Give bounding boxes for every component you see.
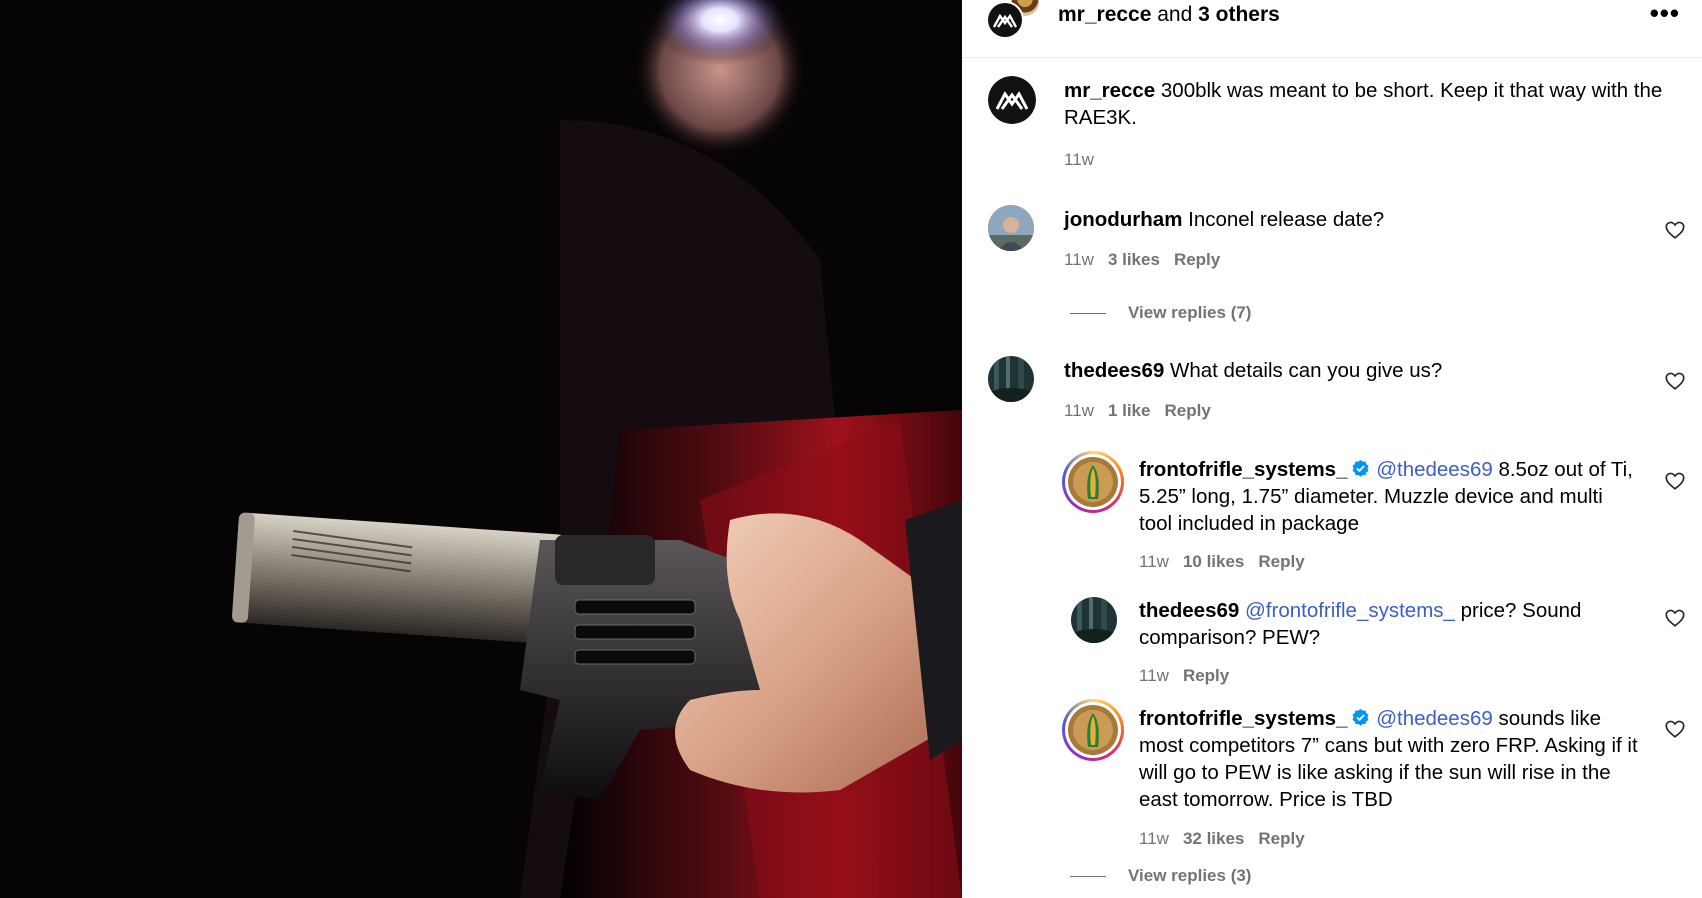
reply-username[interactable]: frontofrifle_systems_ [1139, 458, 1347, 481]
comment-text: thedees69 What details can you give us? [1064, 357, 1624, 384]
reply-mention[interactable]: @thedees69 [1376, 458, 1493, 481]
verified-badge-icon [1353, 708, 1369, 726]
reply-meta: 11w 10 likes Reply [1139, 552, 1319, 572]
reply-text: frontofrifle_systems_ @thedees69 sounds … [1139, 705, 1639, 813]
like-heart-icon[interactable] [1664, 607, 1686, 629]
header-others[interactable]: 3 others [1198, 3, 1280, 26]
comment-meta: 11w 1 like Reply [1064, 401, 1225, 421]
thedees69-avatar[interactable] [988, 356, 1034, 402]
caption-username[interactable]: mr_recce [1064, 79, 1155, 102]
reply-button[interactable]: Reply [1258, 552, 1304, 571]
reply-likes[interactable]: 32 likes [1183, 829, 1244, 848]
post-image [0, 0, 962, 898]
like-heart-icon[interactable] [1664, 370, 1686, 392]
reply-likes[interactable]: 10 likes [1183, 552, 1244, 571]
reply-time[interactable]: 11w [1139, 829, 1169, 848]
reply-mention[interactable]: @thedees69 [1376, 707, 1493, 730]
comment-body: Inconel release date? [1182, 208, 1385, 231]
reply-meta: 11w Reply [1139, 666, 1243, 686]
jonodurham-avatar[interactable] [988, 205, 1034, 251]
reply-time[interactable]: 11w [1139, 666, 1169, 685]
reply-button[interactable]: Reply [1174, 250, 1220, 269]
comment-body: What details can you give us? [1164, 359, 1443, 382]
reply-mention[interactable]: @frontofrifle_systems_ [1245, 599, 1455, 622]
view-replies-button[interactable]: View replies (3) [1070, 866, 1251, 886]
reply-username[interactable]: thedees69 [1139, 599, 1239, 622]
frontofrifle-logo-icon [1068, 705, 1118, 755]
post-header: mr_recce and 3 others ••• [962, 0, 1702, 58]
thedees69-avatar[interactable] [1071, 597, 1117, 643]
reply-username[interactable]: frontofrifle_systems_ [1139, 707, 1347, 730]
replies-divider [1070, 313, 1106, 315]
comments-panel: mr_recce and 3 others ••• mr_recce 300bl… [962, 0, 1702, 898]
comment-meta: 11w 3 likes Reply [1064, 250, 1234, 270]
reply-meta: 11w 32 likes Reply [1139, 829, 1319, 849]
author-avatar[interactable] [986, 1, 1024, 39]
more-options-icon[interactable]: ••• [1650, 0, 1680, 29]
replies-divider [1070, 876, 1106, 878]
caption-avatar[interactable] [988, 76, 1036, 124]
comment-likes[interactable]: 1 like [1108, 401, 1151, 420]
header-and: and [1151, 3, 1199, 26]
person-photo-icon [988, 205, 1034, 251]
like-heart-icon[interactable] [1664, 219, 1686, 241]
comment-username[interactable]: thedees69 [1064, 359, 1164, 382]
view-replies-button[interactable]: View replies (7) [1070, 303, 1251, 323]
reply-text: thedees69 @frontofrifle_systems_ price? … [1139, 597, 1639, 651]
like-heart-icon[interactable] [1664, 718, 1686, 740]
comment-username[interactable]: jonodurham [1064, 208, 1182, 231]
mr-recce-logo-icon [988, 3, 1022, 37]
caption-time[interactable]: 11w [1064, 150, 1094, 169]
comment-time[interactable]: 11w [1064, 401, 1094, 420]
header-username[interactable]: mr_recce [1058, 3, 1151, 26]
forest-photo-icon [1071, 597, 1117, 643]
view-replies-label: View replies (3) [1128, 866, 1252, 885]
verified-badge-icon [1353, 459, 1369, 477]
post-photo [0, 0, 962, 898]
reply-button[interactable]: Reply [1258, 829, 1304, 848]
view-replies-label: View replies (7) [1128, 303, 1252, 322]
forest-photo-icon [988, 356, 1034, 402]
frontofrifle-avatar[interactable] [1062, 451, 1124, 513]
mr-recce-logo-icon [988, 76, 1036, 124]
reply-button[interactable]: Reply [1164, 401, 1210, 420]
comment-text: jonodurham Inconel release date? [1064, 206, 1624, 233]
comment-time[interactable]: 11w [1064, 250, 1094, 269]
header-title: mr_recce and 3 others [1058, 3, 1280, 27]
reply-time[interactable]: 11w [1139, 552, 1169, 571]
reply-button[interactable]: Reply [1183, 666, 1229, 685]
reply-text: frontofrifle_systems_ @thedees69 8.5oz o… [1139, 456, 1639, 537]
caption-meta: 11w [1064, 150, 1108, 170]
frontofrifle-avatar[interactable] [1062, 699, 1124, 761]
comment-likes[interactable]: 3 likes [1108, 250, 1160, 269]
like-heart-icon[interactable] [1664, 470, 1686, 492]
frontofrifle-logo-icon [1068, 457, 1118, 507]
caption-text: mr_recce 300blk was meant to be short. K… [1064, 77, 1664, 131]
